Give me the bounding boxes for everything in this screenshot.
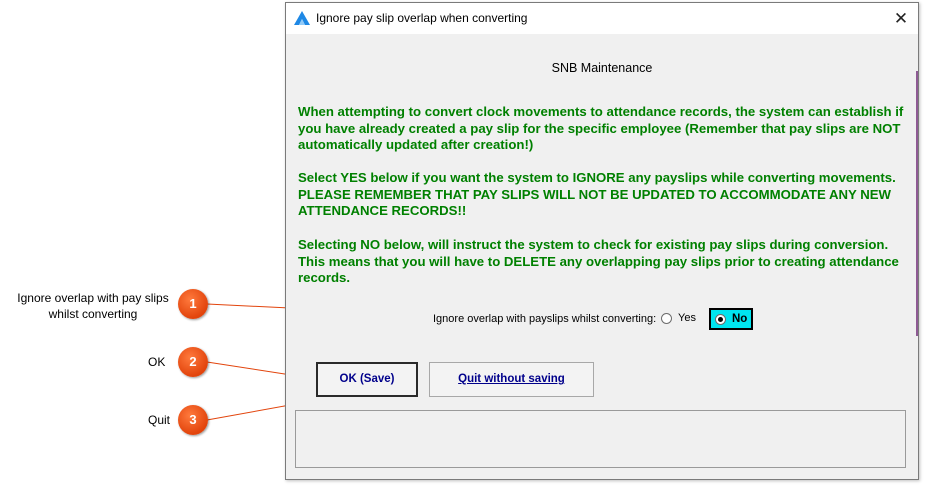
radio-no-circle — [715, 313, 726, 325]
info-paragraph-2: Select YES below if you want the system … — [298, 170, 896, 218]
callout-label-3: Quit — [148, 413, 171, 427]
radio-no-label: No — [732, 313, 748, 325]
callout-badge-3: 3 — [178, 405, 208, 435]
window-title: Ignore pay slip overlap when converting — [316, 11, 528, 25]
ignore-overlap-label: Ignore overlap with payslips whilst conv… — [433, 313, 657, 325]
radio-no[interactable]: No — [709, 308, 753, 330]
dialog-content: SNB Maintenance When attempting to conve… — [286, 34, 918, 479]
callout-badge-2: 2 — [178, 347, 208, 377]
radio-yes[interactable]: Yes — [661, 312, 696, 324]
module-subtitle: SNB Maintenance — [551, 61, 653, 75]
ok-save-button[interactable]: OK (Save) — [316, 362, 418, 397]
quit-button-label: Quit without saving — [458, 373, 565, 385]
radio-yes-circle — [661, 312, 672, 324]
status-message-box — [295, 410, 906, 468]
callout-label-2: OK — [148, 355, 166, 369]
arrow-logo-icon — [294, 11, 310, 25]
close-button[interactable]: ✕ — [884, 3, 918, 34]
callout-label-1: Ignore overlap with pay slips whilst con… — [17, 291, 169, 321]
quit-without-saving-button[interactable]: Quit without saving — [429, 362, 594, 397]
dialog-window: Ignore pay slip overlap when converting … — [285, 2, 919, 480]
callout-badge-1: 1 — [178, 289, 208, 319]
info-paragraph-3: Selecting NO below, will instruct the sy… — [298, 237, 899, 285]
radio-yes-label: Yes — [678, 312, 696, 324]
title-bar[interactable]: Ignore pay slip overlap when converting … — [286, 3, 918, 34]
close-icon: ✕ — [893, 9, 909, 28]
info-paragraph-1: When attempting to convert clock movemen… — [298, 104, 904, 152]
scroll-edge-accent — [916, 71, 918, 336]
